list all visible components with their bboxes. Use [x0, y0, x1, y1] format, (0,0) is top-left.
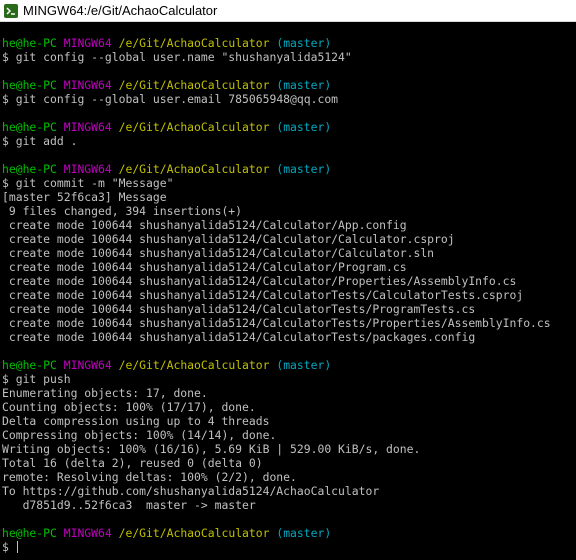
text-cursor[interactable]: [16, 541, 18, 553]
prompt-symbol: $: [2, 50, 9, 64]
prompt-path: /e/Git/AchaoCalculator: [118, 120, 270, 134]
prompt-symbol: $: [2, 176, 9, 190]
command-text: git add .: [15, 134, 78, 148]
output-line: create mode 100644 shushanyalida5124/Cal…: [2, 246, 435, 260]
prompt-branch: (master): [276, 526, 332, 540]
title-bar[interactable]: MINGW64:/e/Git/AchaoCalculator: [0, 0, 576, 22]
prompt-user-host: he@he-PC: [2, 120, 57, 134]
prompt-line: he@he-PC MINGW64 /e/Git/AchaoCalculator …: [2, 78, 576, 92]
output-line: 9 files changed, 394 insertions(+): [2, 204, 243, 218]
prompt-symbol: $: [2, 92, 9, 106]
prompt-line: he@he-PC MINGW64 /e/Git/AchaoCalculator …: [2, 120, 576, 134]
output-line: Compressing objects: 100% (14/14), done.: [2, 428, 277, 442]
command-text: git push: [15, 372, 71, 386]
input-line[interactable]: $: [2, 540, 576, 554]
output-line: Enumerating objects: 17, done.: [2, 386, 208, 400]
command-line: $ git config --global user.email 7850659…: [2, 92, 576, 106]
terminal-output[interactable]: he@he-PC MINGW64 /e/Git/AchaoCalculator …: [0, 36, 576, 560]
prompt-symbol: $: [2, 372, 9, 386]
prompt-shell: MINGW64: [63, 120, 112, 134]
command-line: $ git commit -m "Message": [2, 176, 576, 190]
prompt-shell: MINGW64: [63, 162, 112, 176]
command-line: $ git push: [2, 372, 576, 386]
prompt-path: /e/Git/AchaoCalculator: [118, 78, 270, 92]
prompt-shell: MINGW64: [63, 358, 112, 372]
mingw-app-icon[interactable]: [4, 3, 18, 18]
prompt-path: /e/Git/AchaoCalculator: [118, 358, 270, 372]
prompt-line: he@he-PC MINGW64 /e/Git/AchaoCalculator …: [2, 526, 576, 540]
command-text: git commit -m "Message": [15, 176, 174, 190]
command-line: $ git config --global user.name "shushan…: [2, 50, 576, 64]
output-line: create mode 100644 shushanyalida5124/Cal…: [2, 232, 455, 246]
prompt-symbol: $: [2, 540, 9, 554]
prompt-branch: (master): [276, 120, 332, 134]
prompt-branch: (master): [276, 36, 332, 50]
prompt-path: /e/Git/AchaoCalculator: [118, 162, 270, 176]
prompt-shell: MINGW64: [63, 526, 112, 540]
prompt-branch: (master): [276, 78, 332, 92]
prompt-user-host: he@he-PC: [2, 78, 57, 92]
prompt-branch: (master): [276, 358, 332, 372]
prompt-path: /e/Git/AchaoCalculator: [118, 36, 270, 50]
prompt-user-host: he@he-PC: [2, 358, 57, 372]
output-line: [master 52f6ca3] Message: [2, 190, 167, 204]
output-line: Total 16 (delta 2), reused 0 (delta 0): [2, 456, 263, 470]
terminal-window: MINGW64:/e/Git/AchaoCalculator he@he-PC …: [0, 0, 576, 560]
output-line: create mode 100644 shushanyalida5124/Cal…: [2, 316, 551, 330]
output-line: To https://github.com/shushanyalida5124/…: [2, 484, 380, 498]
output-line: create mode 100644 shushanyalida5124/Cal…: [2, 218, 407, 232]
command-text: git config --global user.email 785065948…: [15, 92, 339, 106]
output-line: create mode 100644 shushanyalida5124/Cal…: [2, 330, 476, 344]
command-text: git config --global user.name "shushanya…: [15, 50, 352, 64]
output-line: Counting objects: 100% (17/17), done.: [2, 400, 256, 414]
output-line: remote: Resolving deltas: 100% (2/2), do…: [2, 470, 297, 484]
prompt-line: he@he-PC MINGW64 /e/Git/AchaoCalculator …: [2, 162, 576, 176]
prompt-user-host: he@he-PC: [2, 36, 57, 50]
prompt-line: he@he-PC MINGW64 /e/Git/AchaoCalculator …: [2, 36, 576, 50]
output-line: create mode 100644 shushanyalida5124/Cal…: [2, 274, 517, 288]
prompt-shell: MINGW64: [63, 78, 112, 92]
prompt-user-host: he@he-PC: [2, 162, 57, 176]
prompt-branch: (master): [276, 162, 332, 176]
command-line: $ git add .: [2, 134, 576, 148]
output-line: d7851d9..52f6ca3 master -> master: [2, 498, 256, 512]
prompt-symbol: $: [2, 134, 9, 148]
output-line: create mode 100644 shushanyalida5124/Cal…: [2, 260, 407, 274]
output-line: create mode 100644 shushanyalida5124/Cal…: [2, 302, 476, 316]
prompt-user-host: he@he-PC: [2, 526, 57, 540]
output-line: create mode 100644 shushanyalida5124/Cal…: [2, 288, 524, 302]
window-title: MINGW64:/e/Git/AchaoCalculator: [23, 3, 218, 18]
prompt-shell: MINGW64: [63, 36, 112, 50]
prompt-line: he@he-PC MINGW64 /e/Git/AchaoCalculator …: [2, 358, 576, 372]
output-line: Delta compression using up to 4 threads: [2, 414, 270, 428]
prompt-path: /e/Git/AchaoCalculator: [118, 526, 270, 540]
output-line: Writing objects: 100% (16/16), 5.69 KiB …: [2, 442, 421, 456]
